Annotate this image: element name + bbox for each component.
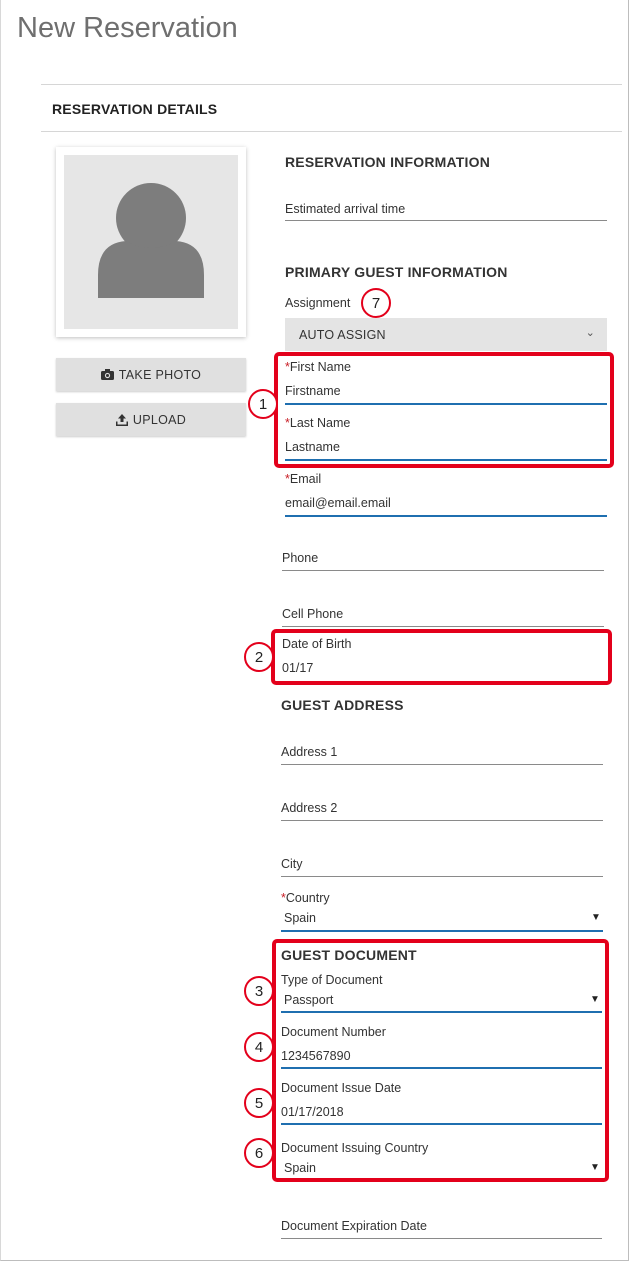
page-title: New Reservation xyxy=(17,12,238,44)
arrival-time-label: Estimated arrival time xyxy=(285,202,406,216)
arrival-time-underline xyxy=(285,220,607,221)
annotation-badge-7: 7 xyxy=(361,288,391,318)
cell-phone-label: Cell Phone xyxy=(282,607,344,621)
country-underline xyxy=(281,930,603,932)
country-value: Spain xyxy=(284,911,316,925)
phone-underline xyxy=(282,570,604,571)
assignment-label: Assignment xyxy=(285,296,351,310)
guest-photo-card xyxy=(56,147,246,337)
primary-guest-title: PRIMARY GUEST INFORMATION xyxy=(285,264,508,280)
annotation-badge-2: 2 xyxy=(244,642,274,672)
address2-label: Address 2 xyxy=(281,801,338,815)
upload-label: UPLOAD xyxy=(132,412,187,427)
section-title: RESERVATION DETAILS xyxy=(52,101,218,117)
email-value: email@email.email xyxy=(285,496,391,510)
reservation-info-title: RESERVATION INFORMATION xyxy=(285,154,491,170)
upload-button[interactable]: UPLOAD xyxy=(56,403,246,436)
email-label: *Email xyxy=(285,472,322,486)
guest-address-title: GUEST ADDRESS xyxy=(281,697,404,713)
country-label: *Country xyxy=(281,891,330,905)
upload-icon xyxy=(115,413,128,426)
phone-label: Phone xyxy=(282,551,319,565)
section-top-divider xyxy=(41,84,622,85)
take-photo-button[interactable]: TAKE PHOTO xyxy=(56,358,246,391)
highlight-name-fields xyxy=(274,352,614,468)
address1-underline xyxy=(281,764,603,765)
section-bottom-divider xyxy=(41,131,622,132)
highlight-dob-field xyxy=(271,629,612,685)
assignment-dropdown[interactable]: AUTO ASSIGN ⌄ xyxy=(285,318,607,351)
caret-down-icon: ▼ xyxy=(591,912,601,923)
cell-phone-underline xyxy=(282,626,604,627)
annotation-badge-3: 3 xyxy=(244,976,274,1006)
document-expiration-label: Document Expiration Date xyxy=(281,1219,427,1233)
assignment-value: AUTO ASSIGN xyxy=(299,327,386,342)
camera-icon xyxy=(100,369,114,380)
city-underline xyxy=(281,876,603,877)
user-silhouette-icon xyxy=(98,183,204,298)
annotation-badge-1: 1 xyxy=(248,389,278,419)
address1-label: Address 1 xyxy=(281,745,338,759)
take-photo-label: TAKE PHOTO xyxy=(118,367,202,382)
email-underline xyxy=(285,515,607,517)
guest-photo-placeholder xyxy=(64,155,238,329)
city-label: City xyxy=(281,857,303,871)
annotation-badge-5: 5 xyxy=(244,1088,274,1118)
document-expiration-underline xyxy=(281,1238,602,1239)
highlight-guest-document xyxy=(272,939,609,1182)
address2-underline xyxy=(281,820,603,821)
annotation-badge-4: 4 xyxy=(244,1032,274,1062)
chevron-down-icon: ⌄ xyxy=(585,327,595,339)
annotation-badge-6: 6 xyxy=(244,1138,274,1168)
